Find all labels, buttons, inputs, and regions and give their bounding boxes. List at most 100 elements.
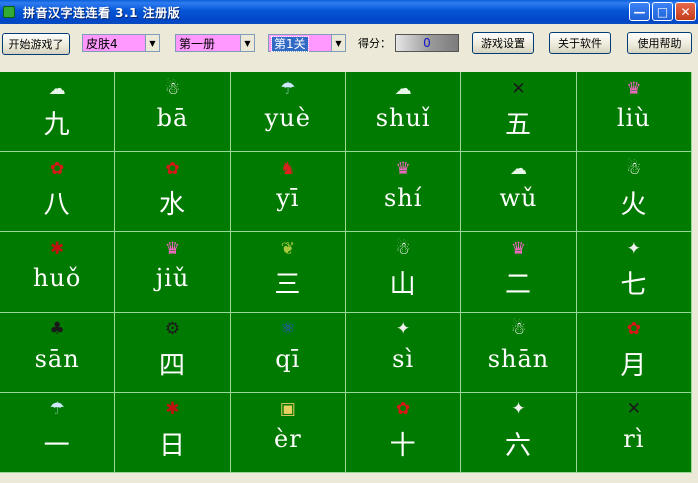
tile-3-5[interactable]: ✿ 月	[576, 312, 692, 393]
cloud-icon: ☁	[48, 78, 66, 99]
snowman-icon: ☃	[626, 158, 642, 179]
window-controls: — □ ✕	[629, 2, 696, 21]
chevron-down-icon[interactable]: ▼	[145, 35, 159, 51]
tile-3-0[interactable]: ♣ sān	[0, 312, 116, 393]
tile-1-1[interactable]: ✿ 水	[115, 152, 231, 233]
book-select[interactable]: 第一册 ▼	[175, 34, 255, 52]
tile-2-4[interactable]: ♛ 二	[461, 232, 577, 313]
skin-select[interactable]: 皮肤4 ▼	[82, 34, 160, 52]
tile-3-3[interactable]: ✦ sì	[346, 312, 462, 393]
ice-cream-icon: ♛	[164, 238, 181, 259]
tile-1-4[interactable]: ☁ wǔ	[461, 152, 577, 233]
tile-4-1[interactable]: ✱ 日	[115, 392, 231, 473]
level-select-value: 第1关	[269, 35, 331, 52]
tile-4-3[interactable]: ✿ 十	[346, 392, 462, 473]
tile-text: 五	[504, 110, 532, 140]
ice-cream-icon: ♛	[510, 238, 527, 259]
tile-0-1[interactable]: ☃ bā	[115, 72, 231, 153]
maple-leaf-icon: ✿	[50, 158, 65, 179]
chevron-down-icon[interactable]: ▼	[331, 35, 345, 51]
tile-4-5[interactable]: ✕ rì	[576, 392, 692, 473]
tile-0-5[interactable]: ♛ liù	[576, 72, 692, 153]
snowman-icon: ☃	[164, 78, 181, 99]
tile-text: 八	[43, 190, 71, 221]
cloud-icon: ☁	[509, 158, 527, 179]
tile-0-3[interactable]: ☁ shuǐ	[346, 72, 462, 153]
tile-2-3[interactable]: ☃ 山	[346, 232, 462, 313]
maple-leaf-icon: ✿	[165, 158, 180, 179]
tile-4-4[interactable]: ✦ 六	[461, 392, 577, 473]
tile-text: shí	[383, 184, 423, 213]
tile-0-4[interactable]: ✕ 五	[461, 72, 577, 153]
tile-1-0[interactable]: ✿ 八	[0, 152, 116, 233]
game-settings-button[interactable]: 游戏设置	[472, 32, 534, 54]
tile-3-4[interactable]: ☃ shān	[461, 312, 577, 393]
tile-2-5[interactable]: ✦ 七	[576, 232, 692, 313]
window-title: 拼音汉字连连看 3.1 注册版	[23, 5, 181, 20]
tile-text: 火	[620, 190, 648, 221]
score-label: 得分：	[358, 37, 391, 50]
atom-icon: ⚛	[280, 319, 296, 340]
tile-text: 九	[43, 110, 71, 140]
game-board: ☁ 九 ☃ bā ☂ yuè ☁ shuǐ ✕ 五 ♛ liù ✿ 八 ✿ 水 ♞ yī ♛ shí ☁ wǔ ☃ 火 ✱ huǒ…	[0, 72, 692, 473]
tile-text: jiǔ	[155, 264, 190, 293]
tile-text: sān	[34, 344, 80, 373]
tile-text: 七	[620, 270, 648, 301]
book-select-value: 第一册	[179, 36, 216, 51]
dog-icon: ✦	[511, 399, 526, 420]
minimize-button[interactable]: —	[629, 2, 650, 21]
tile-text: 四	[158, 350, 186, 381]
tile-text: 一	[43, 430, 71, 461]
frog-icon: ♣	[49, 319, 65, 340]
tile-0-2[interactable]: ☂ yuè	[230, 72, 346, 153]
tile-2-2[interactable]: ❦ 三	[230, 232, 346, 313]
score-display: 0	[395, 34, 459, 52]
tile-4-0[interactable]: ☂ 一	[0, 392, 116, 473]
tile-1-5[interactable]: ☃ 火	[576, 152, 692, 233]
maple-leaf-icon: ✿	[396, 399, 411, 420]
tile-text: liù	[616, 104, 651, 132]
close-button[interactable]: ✕	[675, 2, 696, 21]
start-game-button[interactable]: 开始游戏了	[2, 33, 70, 55]
snowman-icon: ☃	[395, 238, 411, 259]
tile-text: yī	[276, 184, 300, 213]
ant-icon: ✱	[50, 238, 65, 259]
snowman-icon: ☃	[510, 319, 527, 340]
tile-4-2[interactable]: ▣ èr	[230, 392, 346, 473]
level-select[interactable]: 第1关 ▼	[268, 34, 346, 52]
ice-cream-icon: ♛	[626, 78, 642, 99]
ant-icon: ✱	[165, 399, 180, 420]
tile-2-1[interactable]: ♛ jiǔ	[115, 232, 231, 313]
leaf-icon: ❦	[280, 238, 295, 259]
tile-text: wǔ	[499, 184, 538, 213]
tile-text: yuè	[264, 104, 311, 132]
tile-text: bā	[156, 104, 189, 132]
bicycle-icon: ⚙	[164, 319, 181, 340]
tile-3-2[interactable]: ⚛ qī	[230, 312, 346, 393]
bat-icon: ✕	[511, 78, 526, 99]
tile-text: shuǐ	[375, 104, 431, 132]
tile-text: 三	[274, 270, 302, 301]
bird-icon: ♞	[280, 158, 296, 179]
tile-3-1[interactable]: ⚙ 四	[115, 312, 231, 393]
board-right-edge	[692, 72, 698, 473]
chevron-down-icon[interactable]: ▼	[240, 35, 254, 51]
tile-text: shān	[487, 344, 550, 373]
tile-1-2[interactable]: ♞ yī	[230, 152, 346, 233]
help-button[interactable]: 使用帮助	[627, 32, 692, 54]
title-bar[interactable]: 拼音汉字连连看 3.1 注册版 — □ ✕	[0, 0, 698, 24]
ice-cream-icon: ♛	[395, 158, 411, 179]
maximize-button[interactable]: □	[652, 2, 673, 21]
about-software-button[interactable]: 关于软件	[549, 32, 611, 54]
tile-text: rì	[623, 424, 645, 453]
tile-text: 十	[389, 430, 417, 461]
tile-text: sì	[392, 344, 415, 373]
tile-text: èr	[273, 424, 302, 453]
toolbar: 开始游戏了 皮肤4 ▼ 第一册 ▼ 第1关 ▼ 得分： 0 游戏设置 关于软件 …	[0, 24, 698, 70]
level-select-text: 第1关	[271, 35, 309, 52]
tile-0-0[interactable]: ☁ 九	[0, 72, 116, 153]
tile-1-3[interactable]: ♛ shí	[346, 152, 462, 233]
tile-2-0[interactable]: ✱ huǒ	[0, 232, 116, 313]
rain-icon: ☂	[49, 399, 65, 420]
cloud-icon: ☁	[394, 78, 412, 99]
